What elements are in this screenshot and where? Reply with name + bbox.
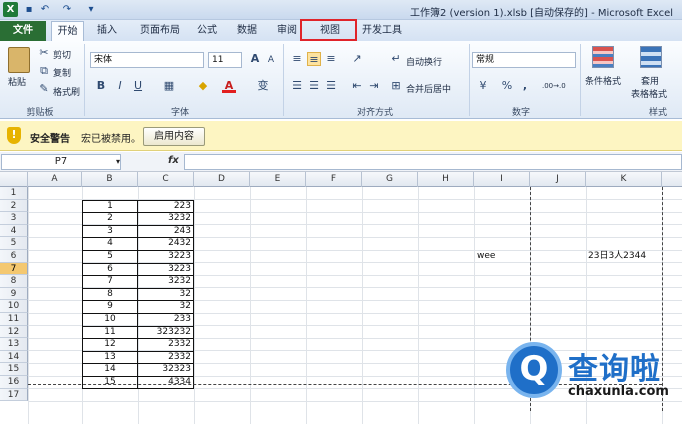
data-table-rowline (82, 363, 194, 365)
row-header-12[interactable]: 12 (0, 325, 28, 339)
row-header-14[interactable]: 14 (0, 350, 28, 364)
row-header-4[interactable]: 4 (0, 224, 28, 238)
chaxunla-logo-icon: Q (506, 342, 562, 398)
row-header-13[interactable]: 13 (0, 338, 28, 351)
data-table-rowline (82, 376, 194, 377)
data-table-rowline (82, 287, 194, 289)
row-header-5[interactable]: 5 (0, 237, 28, 250)
data-table-rowline (82, 275, 194, 277)
row-header-1[interactable]: 1 (0, 187, 28, 200)
row-header-7[interactable]: 7 (0, 262, 28, 276)
cell-k6[interactable]: 23日3人2344 (588, 250, 662, 263)
watermark-text: 查询啦 (568, 352, 661, 387)
cell-i6[interactable]: wee (477, 250, 529, 263)
data-table-rowline (82, 313, 194, 314)
row-header-10[interactable]: 10 (0, 300, 28, 313)
page-break-horizontal (28, 384, 662, 385)
data-table-rowline (82, 350, 194, 352)
data-table-divider (137, 199, 138, 389)
data-table-rowline (82, 224, 194, 226)
data-table-rowline (82, 212, 194, 214)
data-table-rowline (82, 237, 194, 239)
watermark-url: chaxunla.com (568, 384, 669, 399)
row-header-6[interactable]: 6 (0, 250, 28, 263)
row-header-16[interactable]: 16 (0, 376, 28, 389)
data-table-rowline (82, 300, 194, 302)
page-break-vertical (662, 187, 663, 411)
row-header-3[interactable]: 3 (0, 212, 28, 225)
data-table-rowline (82, 325, 194, 327)
row-header-8[interactable]: 8 (0, 275, 28, 288)
data-table-rowline (82, 338, 194, 340)
data-table-border (82, 199, 194, 389)
row-header-15[interactable]: 15 (0, 363, 28, 376)
row-header-9[interactable]: 9 (0, 287, 28, 301)
row-header-2[interactable]: 2 (0, 199, 28, 213)
data-table-rowline (82, 250, 194, 251)
data-table-rowline (82, 262, 194, 264)
gridline-horizontal (28, 400, 682, 402)
row-header-11[interactable]: 11 (0, 313, 28, 326)
row-header-17[interactable]: 17 (0, 388, 28, 402)
